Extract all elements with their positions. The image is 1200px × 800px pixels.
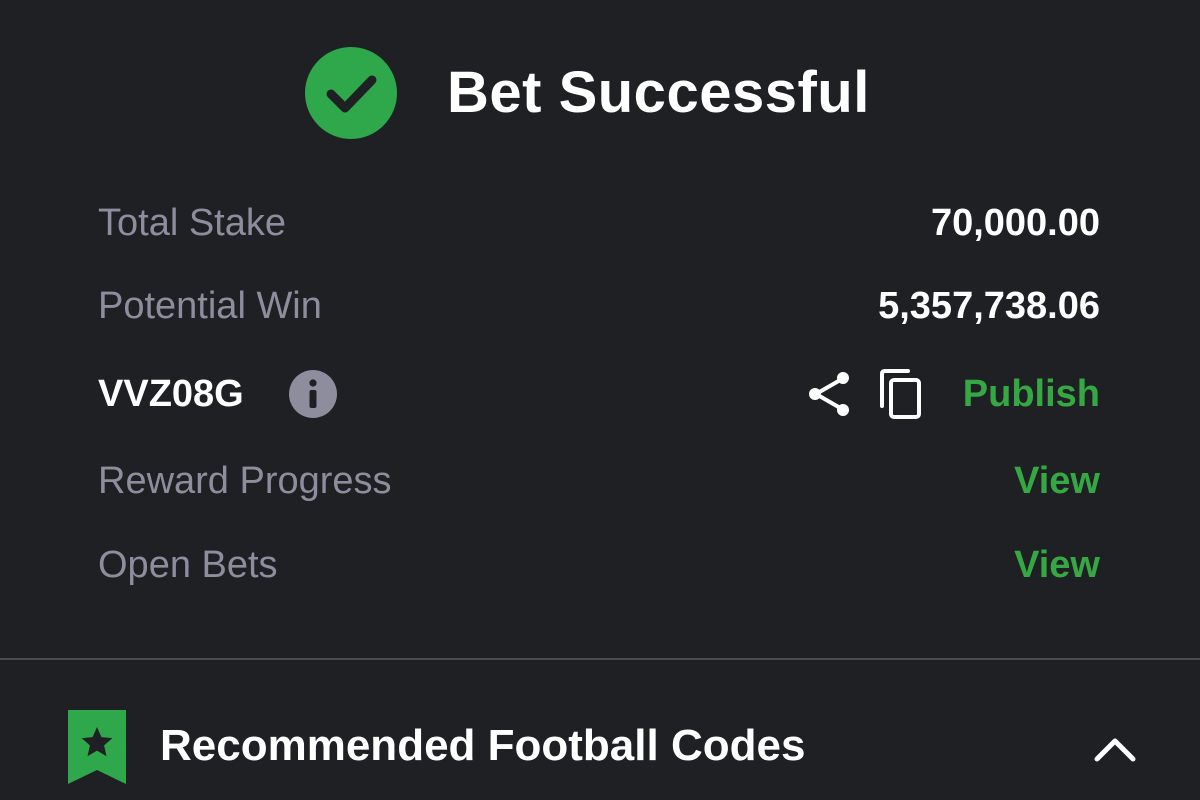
copy-icon[interactable] xyxy=(878,368,924,420)
reward-progress-view-link[interactable]: View xyxy=(1014,451,1100,511)
total-stake-value: 70,000.00 xyxy=(930,202,1100,244)
total-stake-label: Total Stake xyxy=(98,202,286,244)
potential-win-label: Potential Win xyxy=(98,285,322,327)
share-icon[interactable] xyxy=(806,369,854,419)
page-title: Bet Successful xyxy=(447,60,870,125)
info-icon[interactable] xyxy=(288,369,338,419)
open-bets-row: Open Bets View xyxy=(98,535,1100,595)
success-header: Bet Successful xyxy=(0,0,1200,190)
recommended-football-codes-header[interactable]: Recommended Football Codes xyxy=(0,660,1200,800)
total-stake-row: Total Stake 70,000.00 xyxy=(98,193,1100,253)
check-circle-icon xyxy=(305,47,397,139)
potential-win-value: 5,357,738.06 xyxy=(878,285,1100,327)
reward-progress-row: Reward Progress View xyxy=(98,451,1100,511)
reward-progress-label: Reward Progress xyxy=(98,460,392,502)
recommended-title: Recommended Football Codes xyxy=(160,721,806,770)
open-bets-view-link[interactable]: View xyxy=(1014,535,1100,595)
potential-win-row: Potential Win 5,357,738.06 xyxy=(98,276,1100,336)
publish-button[interactable]: Publish xyxy=(963,364,1100,424)
chevron-up-icon[interactable] xyxy=(1093,734,1137,764)
bookmark-star-icon xyxy=(68,710,126,784)
booking-code: VVZ08G xyxy=(98,373,244,415)
booking-code-row: VVZ08G Publish xyxy=(98,364,1100,424)
open-bets-label: Open Bets xyxy=(98,544,278,586)
